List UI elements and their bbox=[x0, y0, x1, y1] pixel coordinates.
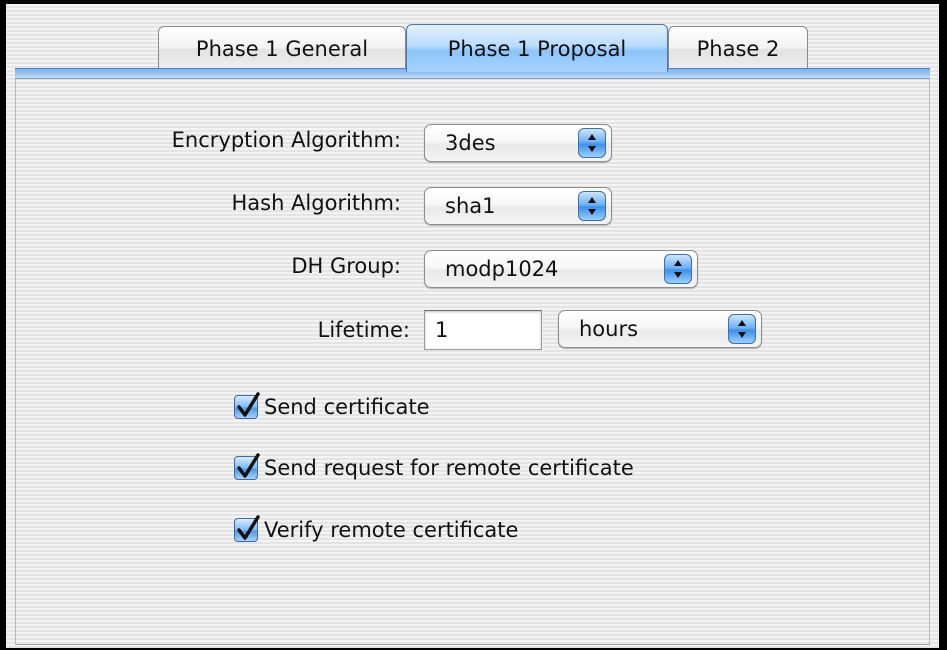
encryption-algorithm-popup[interactable]: 3des bbox=[424, 124, 612, 162]
verify-remote-certificate-label: Verify remote certificate bbox=[264, 518, 519, 542]
proposal-window: Phase 1 General Phase 1 Proposal Phase 2… bbox=[6, 4, 939, 648]
send-request-remote-certificate-checkbox[interactable]: Send request for remote certificate bbox=[234, 453, 634, 480]
hash-algorithm-popup[interactable]: sha1 bbox=[424, 187, 612, 225]
tab-phase-1-proposal[interactable]: Phase 1 Proposal bbox=[406, 24, 668, 72]
send-request-remote-certificate-label: Send request for remote certificate bbox=[264, 456, 634, 480]
tab-phase-1-general[interactable]: Phase 1 General bbox=[158, 26, 406, 70]
popup-arrows-icon bbox=[578, 191, 606, 221]
popup-arrows-icon bbox=[578, 128, 606, 158]
popup-arrows-icon bbox=[664, 254, 692, 284]
checkmark-icon bbox=[234, 453, 260, 480]
send-certificate-label: Send certificate bbox=[264, 395, 430, 419]
hash-algorithm-label: Hash Algorithm: bbox=[231, 191, 401, 215]
tab-phase-2[interactable]: Phase 2 bbox=[668, 26, 808, 70]
encryption-algorithm-value: 3des bbox=[445, 131, 496, 155]
checkmark-icon bbox=[234, 515, 260, 542]
verify-remote-certificate-checkbox[interactable]: Verify remote certificate bbox=[234, 515, 519, 542]
send-certificate-checkbox[interactable]: Send certificate bbox=[234, 392, 430, 419]
dh-group-popup[interactable]: modp1024 bbox=[424, 250, 698, 288]
dh-group-label: DH Group: bbox=[291, 254, 401, 278]
hash-algorithm-value: sha1 bbox=[445, 194, 496, 218]
lifetime-unit-popup[interactable]: hours bbox=[558, 310, 762, 348]
lifetime-label: Lifetime: bbox=[317, 318, 410, 342]
encryption-algorithm-label: Encryption Algorithm: bbox=[171, 128, 401, 152]
popup-arrows-icon bbox=[728, 314, 756, 344]
tab-bar: Phase 1 General Phase 1 Proposal Phase 2 bbox=[6, 4, 939, 74]
lifetime-input[interactable]: 1 bbox=[424, 310, 542, 350]
dh-group-value: modp1024 bbox=[445, 257, 559, 281]
proposal-panel bbox=[15, 77, 930, 645]
checkmark-icon bbox=[234, 392, 260, 419]
lifetime-unit-value: hours bbox=[579, 317, 639, 341]
